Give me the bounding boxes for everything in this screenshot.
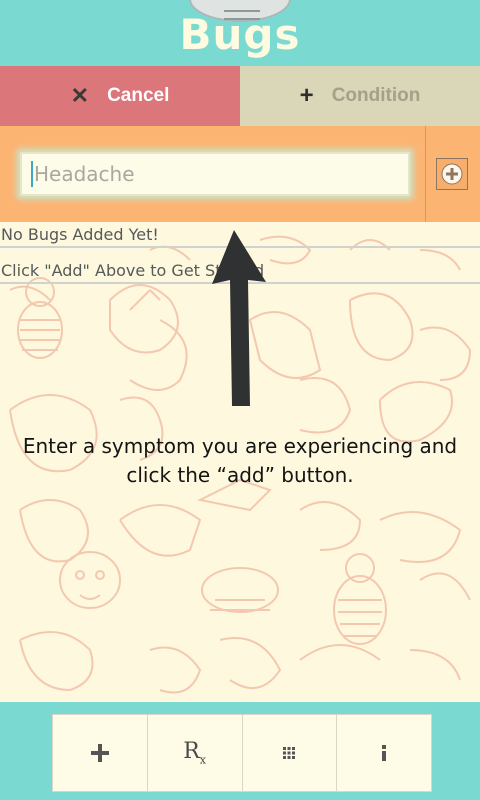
action-bar: ✕ Cancel + Condition xyxy=(0,66,480,126)
close-icon: ✕ xyxy=(70,83,90,108)
condition-label: Condition xyxy=(331,85,421,106)
instruction-text: Enter a symptom you are experiencing and… xyxy=(22,434,458,487)
app-screen: Bugs ✕ Cancel + Condition No Bugs Added … xyxy=(0,0,480,800)
add-tool-button[interactable] xyxy=(53,715,148,791)
toolbar-buttons: Rx xyxy=(52,714,432,792)
info-button[interactable] xyxy=(337,715,431,791)
plus-icon xyxy=(90,744,109,762)
cancel-label: Cancel xyxy=(107,85,170,106)
app-header: Bugs xyxy=(0,0,480,66)
symptom-input-row xyxy=(0,126,480,222)
prescription-button[interactable]: Rx xyxy=(148,715,243,791)
pointer-arrow-icon xyxy=(212,230,266,406)
input-row-divider xyxy=(425,126,426,222)
symptom-input[interactable] xyxy=(20,152,410,196)
page-title: Bugs xyxy=(179,10,301,59)
prescription-icon: Rx xyxy=(183,739,207,767)
text-caret xyxy=(31,161,33,187)
plus-icon: + xyxy=(299,82,314,109)
cancel-button[interactable]: ✕ Cancel xyxy=(0,66,240,126)
info-icon xyxy=(382,745,387,761)
plus-circle-icon xyxy=(441,163,463,185)
add-symptom-button[interactable] xyxy=(436,158,468,190)
condition-button[interactable]: + Condition xyxy=(240,66,480,126)
grid-button[interactable] xyxy=(243,715,338,791)
bottom-toolbar: Rx xyxy=(0,702,480,800)
grid-icon xyxy=(283,747,296,759)
